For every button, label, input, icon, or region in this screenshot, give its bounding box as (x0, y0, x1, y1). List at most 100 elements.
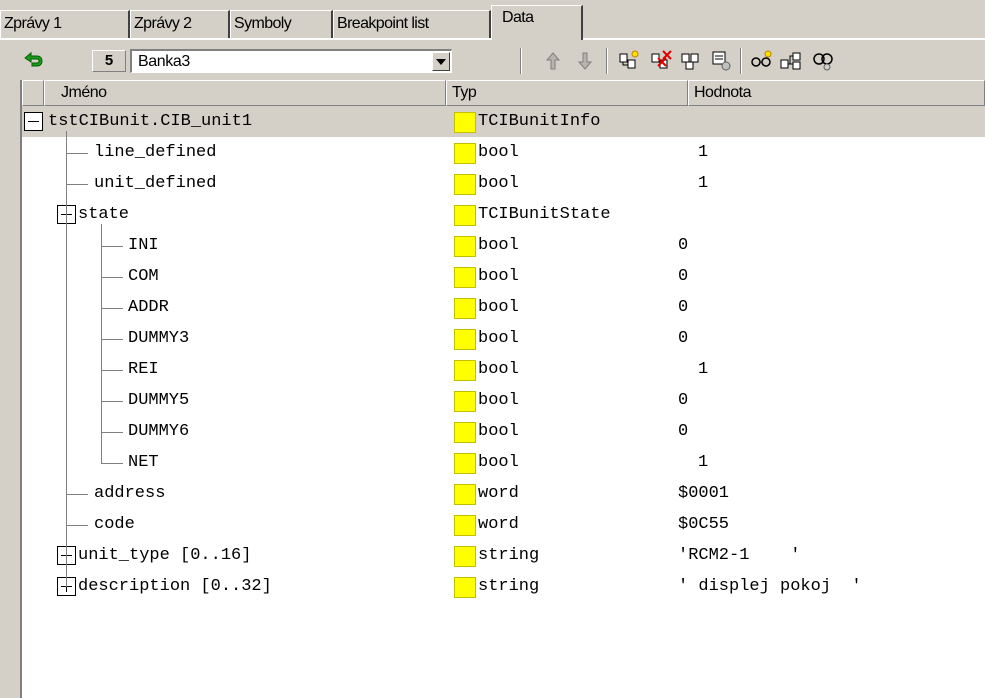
table-row[interactable]: unit_defined bool 1 (22, 168, 985, 199)
settings-icon[interactable] (810, 50, 836, 72)
row-name: DUMMY3 (128, 329, 190, 348)
table-row[interactable]: DUMMY6 bool 0 (22, 416, 985, 447)
row-value[interactable]: $0C55 (678, 509, 729, 540)
add-watch-icon[interactable] (616, 50, 642, 72)
row-type-cell: TCIBunitInfo (446, 106, 688, 137)
row-value[interactable]: 0 (678, 385, 688, 416)
left-gutter (0, 80, 20, 698)
row-type-cell: word (446, 478, 688, 509)
row-type: bool (478, 298, 519, 317)
table-row[interactable]: NET bool 1 (22, 447, 985, 478)
move-up-icon[interactable] (540, 50, 566, 72)
type-swatch-icon (454, 205, 476, 226)
tab-symboly[interactable]: Symboly (230, 10, 333, 38)
row-value[interactable]: 1 (698, 447, 708, 478)
type-swatch-icon (454, 391, 476, 412)
type-swatch-icon (454, 143, 476, 164)
table-row[interactable]: DUMMY5 bool 0 (22, 385, 985, 416)
tree-connector (101, 246, 123, 247)
row-name: COM (128, 267, 159, 286)
collapse-icon[interactable] (24, 112, 43, 131)
grid-header: Jméno Typ Hodnota (22, 80, 985, 106)
toolbar-separator (606, 48, 608, 74)
table-row[interactable]: DUMMY3 bool 0 (22, 323, 985, 354)
row-value[interactable]: $0001 (678, 478, 729, 509)
type-swatch-icon (454, 112, 476, 133)
row-value[interactable]: 0 (678, 323, 688, 354)
row-name: DUMMY6 (128, 422, 190, 441)
delete-watch-icon[interactable] (648, 50, 674, 72)
row-type-cell: bool (446, 354, 688, 385)
row-name: unit_defined (94, 174, 217, 193)
type-swatch-icon (454, 515, 476, 536)
table-row[interactable]: description [0..32] string ' displej pokoj… (22, 571, 985, 602)
data-grid[interactable]: Jméno Typ Hodnota tstCIBunit.CIB_unit1 TC… (20, 80, 985, 698)
row-value[interactable]: 1 (698, 168, 708, 199)
type-swatch-icon (454, 174, 476, 195)
tab-data[interactable]: Data (491, 5, 583, 40)
type-swatch-icon (454, 484, 476, 505)
row-type-cell: TCIBunitState (446, 199, 688, 230)
row-name: line_defined (94, 143, 217, 162)
type-swatch-icon (454, 360, 476, 381)
row-type: TCIBunitState (478, 205, 611, 224)
table-row[interactable]: COM bool 0 (22, 261, 985, 292)
back-arrow-icon[interactable] (20, 50, 46, 72)
watch-list-icon[interactable] (678, 50, 704, 72)
table-row[interactable]: tstCIBunit.CIB_unit1 TCIBunitInfo (22, 106, 985, 137)
tab-zpravy-2[interactable]: Zprávy 2 (130, 10, 230, 38)
row-value[interactable]: 0 (678, 230, 688, 261)
tab-breakpoint-list[interactable]: Breakpoint list (333, 10, 491, 38)
row-value[interactable]: 1 (698, 137, 708, 168)
row-type-cell: bool (446, 168, 688, 199)
tree-connector (66, 494, 88, 495)
type-swatch-icon (454, 298, 476, 319)
table-row[interactable]: line_defined bool 1 (22, 137, 985, 168)
table-row[interactable]: state TCIBunitState (22, 199, 985, 230)
row-name: code (94, 515, 135, 534)
row-type: bool (478, 453, 519, 472)
tree-connector (66, 525, 88, 526)
type-swatch-icon (454, 577, 476, 598)
dropdown-arrow-icon[interactable] (432, 52, 450, 71)
table-row[interactable]: code word $0C55 (22, 509, 985, 540)
glasses-icon[interactable] (748, 50, 774, 72)
row-name: state (78, 205, 130, 224)
row-type-cell: bool (446, 416, 688, 447)
row-name: address (94, 484, 166, 503)
row-type: bool (478, 174, 519, 193)
tree-trunk-level-1 (66, 131, 67, 587)
edit-watch-icon[interactable] (708, 50, 734, 72)
row-type: bool (478, 143, 519, 162)
column-header-name[interactable]: Jméno (44, 80, 446, 106)
move-down-icon[interactable] (572, 50, 598, 72)
row-value[interactable]: 0 (678, 261, 688, 292)
column-header-value[interactable]: Hodnota (688, 80, 985, 106)
tree-connector (101, 339, 123, 340)
row-value[interactable]: ' displej pokoj ' (678, 571, 862, 602)
header-indicator-cell (22, 80, 44, 106)
row-type-cell: word (446, 509, 688, 540)
table-row[interactable]: address word $0001 (22, 478, 985, 509)
row-value[interactable]: 1 (698, 354, 708, 385)
column-header-type[interactable]: Typ (446, 80, 688, 106)
row-type: TCIBunitInfo (478, 112, 601, 131)
table-row[interactable]: ADDR bool 0 (22, 292, 985, 323)
tree-connector (101, 401, 123, 402)
row-type: string (478, 577, 540, 596)
row-value[interactable]: 'RCM2-1 ' (678, 540, 800, 571)
row-value[interactable]: 0 (678, 416, 688, 447)
tree-connector (101, 463, 123, 464)
row-value[interactable]: 0 (678, 292, 688, 323)
tree-icon[interactable] (778, 50, 804, 72)
row-type-cell: bool (446, 137, 688, 168)
bank-select[interactable]: Banka3 (130, 49, 452, 73)
table-row[interactable]: unit_type [0..16] string 'RCM2-1 ' (22, 540, 985, 571)
tree-connector (66, 184, 88, 185)
table-row[interactable]: INI bool 0 (22, 230, 985, 261)
row-name: INI (128, 236, 159, 255)
row-type-cell: bool (446, 292, 688, 323)
table-row[interactable]: REI bool 1 (22, 354, 985, 385)
row-name: NET (128, 453, 159, 472)
tab-zpravy-1[interactable]: Zprávy 1 (0, 10, 130, 38)
